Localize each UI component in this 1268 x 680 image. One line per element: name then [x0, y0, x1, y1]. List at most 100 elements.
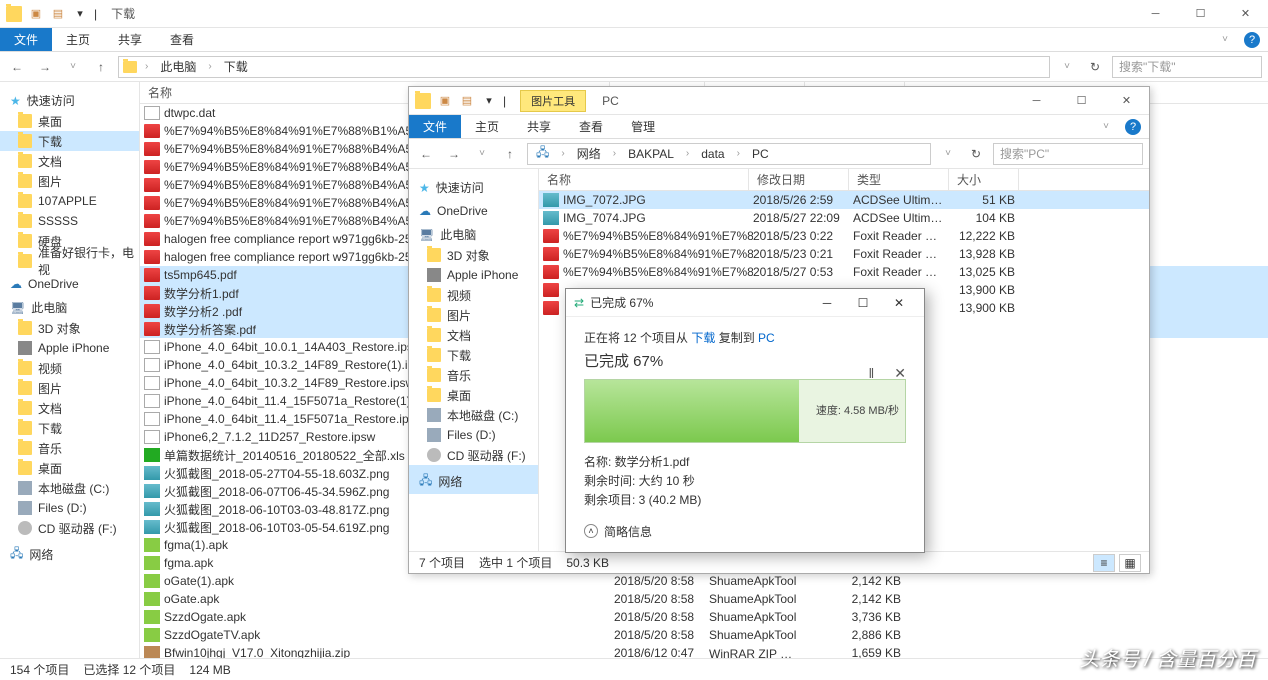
nav-network[interactable]: 🖧网络 [409, 465, 538, 494]
file-row[interactable]: IMG_7072.JPG2018/5/26 2:59ACDSee Ultimat… [539, 191, 1149, 209]
file-row[interactable]: %E7%94%B5%E8%84%91%E7%88%B4%...2018/5/27… [539, 263, 1149, 281]
help-icon[interactable]: ? [1244, 32, 1260, 48]
crumb-network[interactable]: 网络 [573, 145, 605, 162]
nav-this-pc[interactable]: 🖥此电脑 [409, 220, 538, 245]
ribbon-tab-file[interactable]: 文件 [409, 115, 461, 138]
file-row[interactable]: oGate.apk2018/5/20 8:58ShuameApkTool2,14… [140, 590, 1268, 608]
qat-dropdown[interactable]: ▾ [481, 93, 497, 109]
nav-video[interactable]: 视频 [0, 358, 139, 378]
close-button[interactable]: ✕ [1223, 0, 1268, 28]
nav-bank[interactable]: 准备好银行卡，电视 [0, 251, 139, 271]
ribbon-expand-icon[interactable]: ˅ [1222, 34, 1228, 45]
close-button[interactable]: ✕ [1104, 87, 1149, 115]
contextual-tab-picture-tools[interactable]: 图片工具 [520, 90, 586, 112]
nav-sssss[interactable]: SSSSS [0, 211, 139, 231]
crumb-pc[interactable]: 此电脑 [156, 58, 200, 75]
col-date[interactable]: 修改日期 [749, 169, 849, 190]
breadcrumb[interactable]: 🖧 › 网络› BAKPAL› data› PC [527, 143, 931, 165]
maximize-button[interactable]: ☐ [1059, 87, 1104, 115]
nav-forward-button[interactable]: → [34, 56, 56, 78]
nav-history-button[interactable]: ˅ [62, 56, 84, 78]
ribbon-tab-file[interactable]: 文件 [0, 28, 52, 51]
crumb-data[interactable]: data [697, 147, 728, 161]
refresh-button[interactable]: ↻ [1084, 56, 1106, 78]
nav-pictures[interactable]: 图片 [0, 171, 139, 191]
nav-downloads[interactable]: 下载 [0, 131, 139, 151]
nav-iphone[interactable]: Apple iPhone [409, 265, 538, 285]
nav-pics2[interactable]: 图片 [0, 378, 139, 398]
file-row[interactable]: %E7%94%B5%E8%84%91%E7%88%B4%...2018/5/23… [539, 227, 1149, 245]
file-row[interactable]: SzzdOgate.apk2018/5/20 8:58ShuameApkTool… [140, 608, 1268, 626]
nav-downloads2[interactable]: 下载 [0, 418, 139, 438]
ribbon-tab-view[interactable]: 查看 [156, 28, 208, 51]
nav-quick-access[interactable]: ★快速访问 [409, 173, 538, 198]
nav-documents[interactable]: 文档 [0, 151, 139, 171]
minimize-button[interactable]: ─ [810, 292, 844, 314]
nav-pictures[interactable]: 图片 [409, 305, 538, 325]
qat-properties-icon[interactable]: ▣ [437, 93, 453, 109]
addr-dropdown[interactable]: ˅ [1056, 56, 1078, 78]
ribbon-expand-icon[interactable]: ˅ [1103, 121, 1109, 132]
nav-desktop2[interactable]: 桌面 [0, 458, 139, 478]
ribbon-tab-home[interactable]: 主页 [52, 28, 104, 51]
nav-this-pc[interactable]: 🖥此电脑 [0, 293, 139, 318]
nav-video[interactable]: 视频 [409, 285, 538, 305]
view-icons-button[interactable]: ▦ [1119, 554, 1141, 572]
nav-desktop[interactable]: 桌面 [409, 385, 538, 405]
nav-107apple[interactable]: 107APPLE [0, 191, 139, 211]
nav-music[interactable]: 音乐 [409, 365, 538, 385]
search-input[interactable]: 搜索"PC" [993, 143, 1143, 165]
nav-files[interactable]: Files (D:) [0, 498, 139, 518]
copy-dest-link[interactable]: PC [758, 331, 775, 345]
nav-network[interactable]: 🖧网络 [0, 538, 139, 567]
qat-new-icon[interactable]: ▤ [459, 93, 475, 109]
minimize-button[interactable]: ─ [1133, 0, 1178, 28]
nav-cd[interactable]: CD 驱动器 (F:) [0, 518, 139, 538]
copy-source-link[interactable]: 下载 [691, 331, 715, 345]
ribbon-tab-share[interactable]: 共享 [513, 115, 565, 138]
qat-dropdown[interactable]: ▾ [72, 6, 88, 22]
nav-onedrive[interactable]: ☁OneDrive [409, 198, 538, 220]
nav-forward-button[interactable]: → [443, 143, 465, 165]
crumb-downloads[interactable]: 下载 [220, 58, 252, 75]
nav-documents[interactable]: 文档 [409, 325, 538, 345]
nav-desktop[interactable]: 桌面 [0, 111, 139, 131]
file-row[interactable]: IMG_7074.JPG2018/5/27 22:09ACDSee Ultima… [539, 209, 1149, 227]
nav-back-button[interactable]: ← [6, 56, 28, 78]
nav-history-button[interactable]: ˅ [471, 143, 493, 165]
nav-3d[interactable]: 3D 对象 [409, 245, 538, 265]
nav-up-button[interactable]: ↑ [499, 143, 521, 165]
close-button[interactable]: ✕ [882, 292, 916, 314]
nav-up-button[interactable]: ↑ [90, 56, 112, 78]
file-row[interactable]: SzzdOgateTV.apk2018/5/20 8:58ShuameApkTo… [140, 626, 1268, 644]
breadcrumb[interactable]: › 此电脑 › 下载 [118, 56, 1050, 78]
refresh-button[interactable]: ↻ [965, 143, 987, 165]
ribbon-tab-share[interactable]: 共享 [104, 28, 156, 51]
qat-properties-icon[interactable]: ▣ [28, 6, 44, 22]
col-size[interactable]: 大小 [949, 169, 1019, 190]
ribbon-tab-manage[interactable]: 管理 [617, 115, 669, 138]
nav-cdrive[interactable]: 本地磁盘 (C:) [0, 478, 139, 498]
nav-quick-access[interactable]: ★快速访问 [0, 86, 139, 111]
ribbon-tab-home[interactable]: 主页 [461, 115, 513, 138]
maximize-button[interactable]: ☐ [846, 292, 880, 314]
search-input[interactable]: 搜索"下载" [1112, 56, 1262, 78]
col-type[interactable]: 类型 [849, 169, 949, 190]
ribbon-tab-view[interactable]: 查看 [565, 115, 617, 138]
maximize-button[interactable]: ☐ [1178, 0, 1223, 28]
crumb-bakpal[interactable]: BAKPAL [624, 147, 678, 161]
addr-dropdown[interactable]: ˅ [937, 143, 959, 165]
nav-downloads[interactable]: 下载 [409, 345, 538, 365]
crumb-pc[interactable]: PC [748, 147, 773, 161]
minimize-button[interactable]: ─ [1014, 87, 1059, 115]
nav-docs2[interactable]: 文档 [0, 398, 139, 418]
nav-files[interactable]: Files (D:) [409, 425, 538, 445]
qat-new-icon[interactable]: ▤ [50, 6, 66, 22]
help-icon[interactable]: ? [1125, 119, 1141, 135]
view-details-button[interactable]: ≡ [1093, 554, 1115, 572]
nav-iphone[interactable]: Apple iPhone [0, 338, 139, 358]
nav-cd[interactable]: CD 驱动器 (F:) [409, 445, 538, 465]
col-name[interactable]: 名称 [539, 169, 749, 190]
nav-back-button[interactable]: ← [415, 143, 437, 165]
nav-music[interactable]: 音乐 [0, 438, 139, 458]
